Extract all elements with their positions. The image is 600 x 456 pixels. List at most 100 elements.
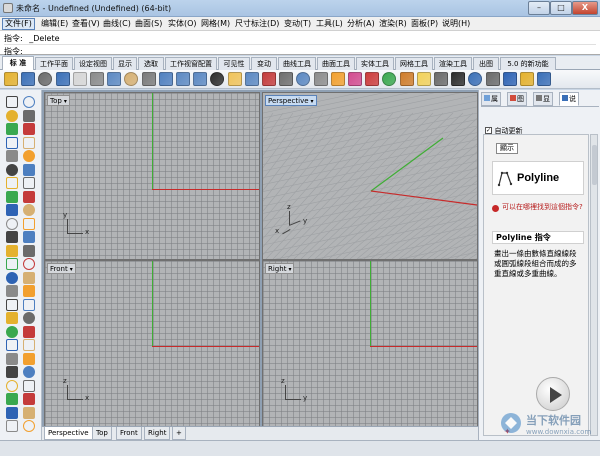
array-icon[interactable] xyxy=(6,285,18,297)
rectangle-icon[interactable] xyxy=(6,136,18,149)
viewport-front[interactable]: z x Front ▾ xyxy=(44,260,260,428)
sweep-icon[interactable] xyxy=(6,177,18,189)
menu-help[interactable]: 说明(H) xyxy=(440,18,472,30)
tab-curve-tools[interactable]: 曲线工具 xyxy=(278,57,316,70)
menu-edit[interactable]: 编辑(E) xyxy=(39,18,70,30)
tab-mesh-tools[interactable]: 网格工具 xyxy=(395,57,433,70)
tab-set-view[interactable]: 设定视图 xyxy=(74,57,112,70)
ellipse-icon[interactable] xyxy=(23,123,35,135)
polyline-icon[interactable] xyxy=(23,325,35,338)
curve-icon[interactable] xyxy=(6,150,18,162)
mirror-icon[interactable] xyxy=(23,271,35,284)
select-icon[interactable] xyxy=(23,312,35,324)
scrollbar-thumb[interactable] xyxy=(592,145,597,185)
ground-icon[interactable] xyxy=(502,72,517,86)
menu-view[interactable]: 查看(V) xyxy=(70,18,102,30)
tab-perspective[interactable]: Perspective xyxy=(44,427,93,440)
group-icon[interactable] xyxy=(23,285,35,297)
select-icon[interactable] xyxy=(6,96,18,108)
undo-view-icon[interactable] xyxy=(279,72,294,86)
close-button[interactable]: X xyxy=(572,1,598,15)
paste-icon[interactable] xyxy=(141,72,156,86)
minimize-button[interactable]: – xyxy=(528,1,550,15)
tab-solid-tools[interactable]: 实体工具 xyxy=(356,57,394,70)
sphere-icon[interactable] xyxy=(23,190,35,203)
dropdown-icon[interactable]: ▾ xyxy=(288,265,291,275)
move-icon[interactable] xyxy=(23,244,35,257)
help-link[interactable]: 可以在哪裡找到這個指令? xyxy=(502,203,586,212)
menu-analyze[interactable]: 分析(A) xyxy=(345,18,377,30)
viewport-right[interactable]: z y Right ▾ xyxy=(262,260,478,428)
zoom-extents-icon[interactable] xyxy=(244,72,259,86)
tab-drafting[interactable]: 出图 xyxy=(473,57,499,70)
menu-render[interactable]: 渲染(R) xyxy=(377,18,409,30)
panel-tab-help[interactable]: 说 xyxy=(559,92,579,106)
select-color-icon[interactable] xyxy=(434,72,448,86)
freeform-icon[interactable] xyxy=(6,379,18,392)
rotate-icon[interactable] xyxy=(23,258,35,270)
circle-icon[interactable] xyxy=(6,339,18,351)
menu-curve[interactable]: 曲线(C) xyxy=(101,18,133,30)
point-icon[interactable] xyxy=(23,96,35,108)
render-icon[interactable] xyxy=(451,72,466,86)
help-icon[interactable] xyxy=(537,72,552,86)
import-icon[interactable] xyxy=(72,72,87,86)
sweep-icon[interactable] xyxy=(23,393,35,405)
menu-tools[interactable]: 工具(L) xyxy=(314,18,345,30)
panel-tab-layers[interactable]: 图 xyxy=(507,92,527,106)
viewport-grid-icon[interactable] xyxy=(296,72,311,86)
cut-icon[interactable] xyxy=(107,72,122,86)
tab-whats-new[interactable]: 5.0 的新功能 xyxy=(500,57,556,70)
dropdown-icon[interactable]: ▾ xyxy=(64,97,67,107)
analysis-icon[interactable] xyxy=(520,72,534,86)
split-icon[interactable] xyxy=(6,244,18,257)
surface-icon[interactable] xyxy=(23,379,35,392)
scale-icon[interactable] xyxy=(6,271,18,284)
cylinder-icon[interactable] xyxy=(6,204,18,216)
menu-dimension[interactable]: 尺寸标注(D) xyxy=(233,18,281,30)
panel-tab-display[interactable]: 显 xyxy=(533,92,553,106)
copy-icon[interactable] xyxy=(6,258,18,270)
help-scrollbar[interactable] xyxy=(590,134,598,436)
new-icon[interactable] xyxy=(4,72,18,86)
menu-mesh[interactable]: 网格(M) xyxy=(199,18,232,30)
polygon-icon[interactable] xyxy=(6,366,18,378)
layer-color-icon[interactable] xyxy=(382,72,397,86)
hide-icon[interactable] xyxy=(313,72,328,86)
menu-panels[interactable]: 面板(P) xyxy=(409,18,440,30)
menu-surface[interactable]: 曲面(S) xyxy=(133,18,164,30)
viewport-perspective[interactable]: z y x Perspective ▾ xyxy=(262,92,478,260)
display-button[interactable]: 顯示 xyxy=(496,143,518,154)
dropdown-icon[interactable]: ▾ xyxy=(311,97,314,107)
check-icon[interactable] xyxy=(6,312,18,324)
circle-icon[interactable] xyxy=(23,109,35,122)
viewport-top[interactable]: y x Top ▾ xyxy=(44,92,260,260)
viewport-title-top[interactable]: Top ▾ xyxy=(47,95,70,106)
explode-icon[interactable] xyxy=(23,217,35,230)
light-icon[interactable] xyxy=(416,72,431,86)
extrude-icon[interactable] xyxy=(23,163,35,176)
loft-icon[interactable] xyxy=(6,406,18,419)
ellipse-icon[interactable] xyxy=(6,352,18,365)
env-icon[interactable] xyxy=(485,72,500,86)
tab-render-tools[interactable]: 渲染工具 xyxy=(434,57,472,70)
viewport-title-front[interactable]: Front ▾ xyxy=(47,263,76,274)
print-icon[interactable] xyxy=(55,72,70,86)
tab-front[interactable]: Front xyxy=(116,427,142,440)
dim-icon[interactable] xyxy=(6,298,18,311)
save-icon[interactable] xyxy=(38,72,53,86)
tab-cplanes[interactable]: 工作平面 xyxy=(35,57,73,70)
unlock-icon[interactable] xyxy=(365,72,380,86)
rotate-view-icon[interactable] xyxy=(193,72,208,86)
cylinder-icon[interactable] xyxy=(23,420,35,432)
export-icon[interactable] xyxy=(90,72,104,86)
trim-icon[interactable] xyxy=(23,231,35,243)
viewport-title-perspective[interactable]: Perspective ▾ xyxy=(265,95,317,106)
menu-solid[interactable]: 实体(O) xyxy=(166,18,199,30)
menu-transform[interactable]: 变动(T) xyxy=(282,18,313,30)
zoom-window-icon[interactable] xyxy=(227,72,242,86)
tab-viewport-layout[interactable]: 工作视窗配置 xyxy=(165,57,217,70)
auto-update-checkbox[interactable]: ✓ xyxy=(485,127,492,134)
tab-transform[interactable]: 变动 xyxy=(251,57,277,70)
box-icon[interactable] xyxy=(6,190,18,203)
